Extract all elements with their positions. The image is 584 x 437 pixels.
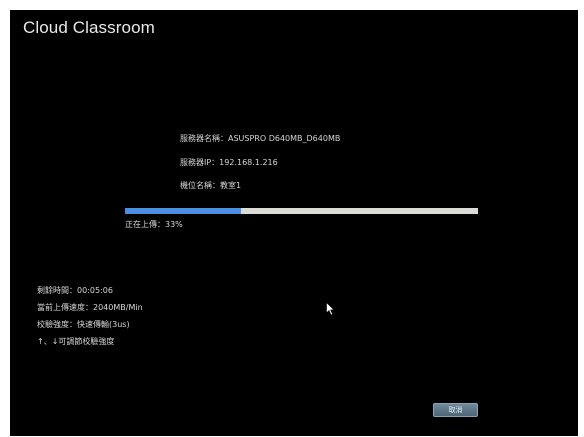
upload-screen: Cloud Classroom 服務器名稱：ASUSPRO D640MB_D64…	[10, 10, 578, 436]
remaining-time-label: 剩餘時間：00:05:06	[37, 286, 113, 295]
upload-progress-fill	[125, 208, 242, 214]
upload-speed-label: 當前上傳速度：2040MB/Min	[37, 303, 143, 312]
verify-hint-label: ↑、↓可調節校驗強度	[37, 337, 115, 346]
verify-strength-label: 校驗強度：快速傳輸(3us)	[37, 320, 130, 329]
app-title: Cloud Classroom	[23, 18, 155, 37]
cancel-button[interactable]: 取消	[433, 403, 478, 417]
classroom-name-label: 機位名稱：教室1	[180, 181, 242, 190]
mouse-pointer-icon	[326, 302, 335, 316]
server-name-label: 服務器名稱：ASUSPRO D640MB_D640MB	[180, 134, 341, 143]
upload-progress-bar	[125, 208, 478, 214]
server-ip-label: 服務器IP：192.168.1.216	[180, 158, 278, 167]
upload-progress-label: 正在上傳：33%	[125, 220, 183, 229]
